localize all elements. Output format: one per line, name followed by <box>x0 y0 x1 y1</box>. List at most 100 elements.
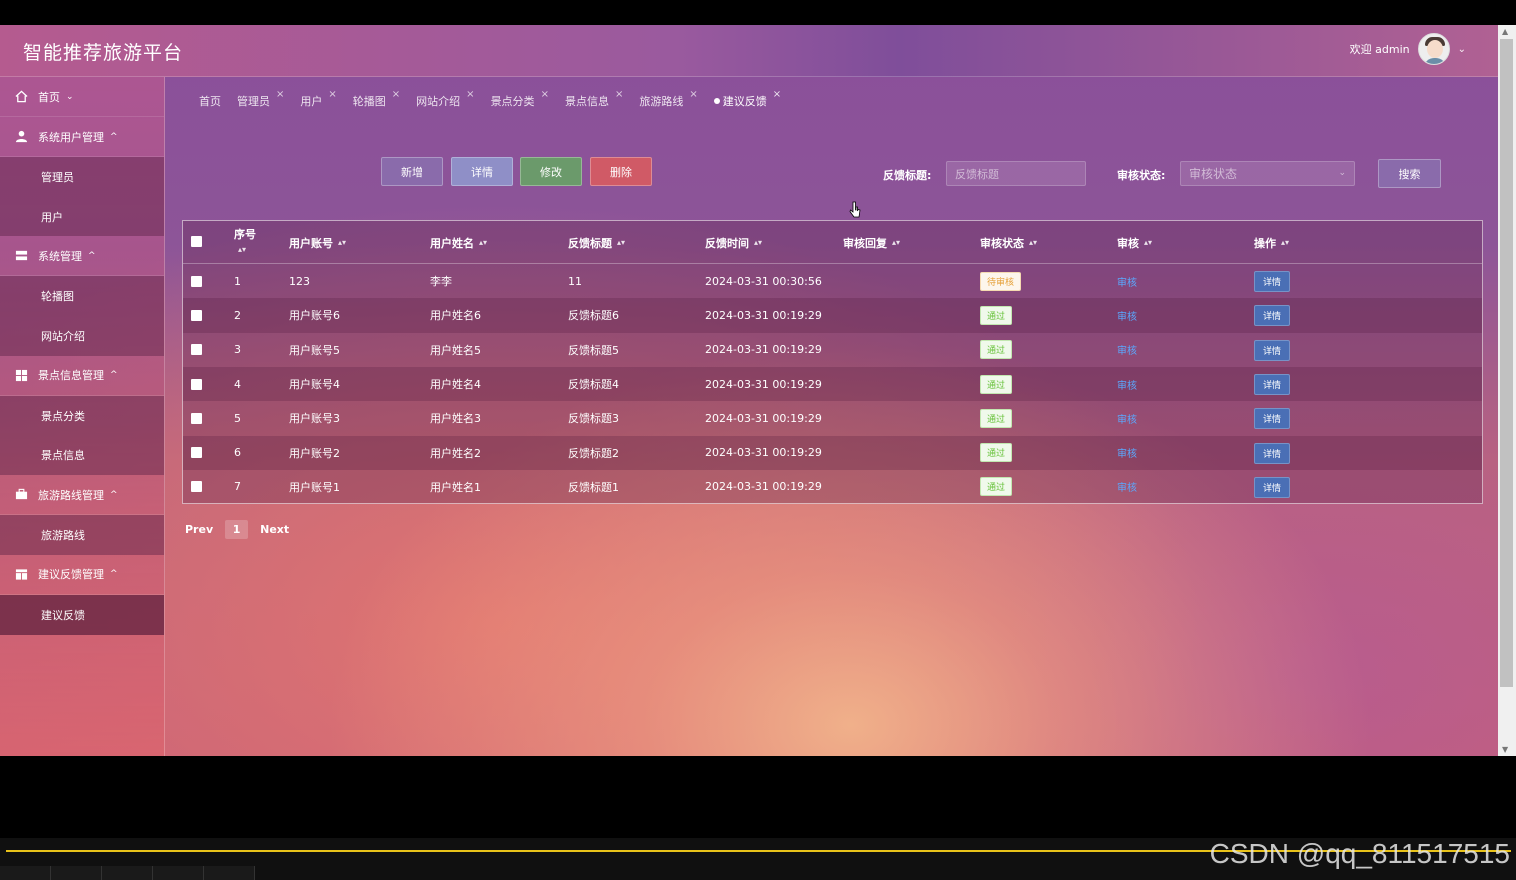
review-link[interactable]: 审核 <box>1117 377 1137 392</box>
title-filter-input[interactable]: 反馈标题 <box>946 161 1086 186</box>
col-status[interactable]: 审核状态 ▴▾ <box>980 235 1037 251</box>
row-detail-button[interactable]: 详情 <box>1254 442 1291 464</box>
sidebar-group-system[interactable]: 系统管理 ^ <box>0 236 164 277</box>
tab-carousel[interactable]: 轮播图 × <box>353 89 400 109</box>
row-detail-button[interactable]: 详情 <box>1254 305 1291 327</box>
close-icon[interactable]: × <box>392 89 400 100</box>
player-control[interactable] <box>204 866 255 880</box>
tab-home[interactable]: 首页 <box>199 93 221 109</box>
col-review[interactable]: 审核 ▴▾ <box>1117 235 1152 251</box>
sidebar-item-scenic-info[interactable]: 景点信息 <box>0 435 164 476</box>
sidebar-group-feedback[interactable]: 建议反馈管理 ^ <box>0 555 164 595</box>
review-link[interactable]: 审核 <box>1117 445 1137 460</box>
review-link[interactable]: 审核 <box>1117 308 1137 323</box>
col-action[interactable]: 操作 ▴▾ <box>1254 235 1289 251</box>
row-checkbox[interactable] <box>191 367 202 401</box>
chevron-down-icon: ⌄ <box>66 91 74 102</box>
row-checkbox[interactable] <box>191 298 202 332</box>
close-icon[interactable]: × <box>276 89 284 100</box>
delete-button[interactable]: 删除 <box>590 157 652 186</box>
row-detail-button[interactable]: 详情 <box>1254 373 1291 395</box>
prev-button[interactable]: Prev <box>185 523 213 536</box>
page-1-button[interactable]: 1 <box>225 520 249 539</box>
cell-time: 2024-03-31 00:19:29 <box>705 377 822 391</box>
sort-icon: ▴▾ <box>754 238 763 247</box>
row-detail-button[interactable]: 详情 <box>1254 271 1291 292</box>
select-all-checkbox[interactable] <box>191 236 202 247</box>
row-detail-button[interactable]: 详情 <box>1254 408 1291 430</box>
row-detail-button[interactable]: 详情 <box>1254 476 1291 498</box>
sidebar: 首页 ⌄ 系统用户管理 ^ 管理员 用户 系统管理 ^ 轮播图 网站介绍 景点信… <box>0 77 165 756</box>
sidebar-item-route[interactable]: 旅游路线 <box>0 515 164 555</box>
chevron-down-icon[interactable]: ⌄ <box>1458 44 1466 55</box>
row-checkbox[interactable] <box>191 333 202 367</box>
close-icon[interactable]: × <box>689 89 697 100</box>
sidebar-item-carousel[interactable]: 轮播图 <box>0 276 164 317</box>
add-button[interactable]: 新增 <box>381 157 443 186</box>
avatar[interactable] <box>1417 33 1450 65</box>
col-title[interactable]: 反馈标题 ▴▾ <box>568 235 625 251</box>
sidebar-item-scenic-category[interactable]: 景点分类 <box>0 395 164 436</box>
review-link[interactable]: 审核 <box>1117 342 1137 357</box>
row-checkbox[interactable] <box>191 401 202 435</box>
tab-about[interactable]: 网站介绍 × <box>416 89 474 109</box>
briefcase-icon <box>14 488 28 502</box>
sidebar-item-about[interactable]: 网站介绍 <box>0 316 164 356</box>
vertical-scrollbar[interactable]: ▲ ▼ <box>1498 25 1516 756</box>
detail-button[interactable]: 详情 <box>451 157 513 186</box>
cell-time: 2024-03-31 00:19:29 <box>705 411 822 425</box>
tab-scenic-info[interactable]: 景点信息 × <box>565 89 623 109</box>
cell-time: 2024-03-31 00:30:56 <box>705 274 822 288</box>
close-icon[interactable]: × <box>615 89 623 100</box>
status-badge: 通过 <box>980 443 1013 463</box>
user-menu[interactable]: 欢迎 admin ⌄ <box>1350 33 1466 65</box>
search-button[interactable]: 搜索 <box>1378 159 1441 188</box>
status-badge: 通过 <box>980 374 1013 394</box>
close-icon[interactable]: × <box>773 89 781 100</box>
close-icon[interactable]: × <box>328 89 336 100</box>
cell-no: 3 <box>234 343 241 357</box>
sidebar-group-scenic[interactable]: 景点信息管理 ^ <box>0 356 164 396</box>
row-checkbox[interactable] <box>191 436 202 470</box>
row-detail-button[interactable]: 详情 <box>1254 339 1291 361</box>
close-icon[interactable]: × <box>541 89 549 100</box>
sidebar-item-admin[interactable]: 管理员 <box>0 157 164 197</box>
scrollbar-thumb[interactable] <box>1500 39 1513 687</box>
player-control[interactable] <box>153 866 204 880</box>
cell-title: 反馈标题2 <box>568 446 619 460</box>
player-control[interactable] <box>0 866 51 880</box>
col-time[interactable]: 反馈时间 ▴▾ <box>705 235 762 251</box>
scroll-down-icon[interactable]: ▼ <box>1502 745 1508 754</box>
review-link[interactable]: 审核 <box>1117 411 1137 426</box>
sidebar-item-feedback[interactable]: 建议反馈 <box>0 594 164 635</box>
col-name[interactable]: 用户姓名 ▴▾ <box>430 235 487 251</box>
review-link[interactable]: 审核 <box>1117 479 1137 494</box>
sort-icon: ▴▾ <box>1029 238 1038 247</box>
tab-route[interactable]: 旅游路线 × <box>639 89 697 109</box>
scroll-up-icon[interactable]: ▲ <box>1502 27 1508 36</box>
player-control[interactable] <box>102 866 153 880</box>
close-icon[interactable]: × <box>466 89 474 100</box>
tab-scenic-category[interactable]: 景点分类 × <box>491 89 549 109</box>
player-control[interactable] <box>51 866 102 880</box>
row-checkbox[interactable] <box>191 470 202 504</box>
col-no[interactable]: 序号 ▴▾ <box>234 226 256 254</box>
col-reply[interactable]: 审核回复 ▴▾ <box>843 235 900 251</box>
tab-feedback[interactable]: 建议反馈 × <box>713 89 781 109</box>
sidebar-group-route[interactable]: 旅游路线管理 ^ <box>0 475 164 516</box>
tab-users[interactable]: 用户 × <box>300 89 336 109</box>
edit-button[interactable]: 修改 <box>520 157 582 186</box>
next-button[interactable]: Next <box>260 523 289 536</box>
col-account[interactable]: 用户账号 ▴▾ <box>289 235 346 251</box>
review-link[interactable]: 审核 <box>1117 274 1137 289</box>
tab-admin[interactable]: 管理员 × <box>237 89 284 109</box>
status-filter-select[interactable]: 审核状态 ⌄ <box>1180 161 1355 186</box>
sidebar-item-users[interactable]: 用户 <box>0 196 164 237</box>
row-checkbox[interactable] <box>191 264 202 298</box>
cell-no: 6 <box>234 446 241 460</box>
sidebar-group-home[interactable]: 首页 ⌄ <box>0 77 164 117</box>
sidebar-group-system-users[interactable]: 系统用户管理 ^ <box>0 117 164 157</box>
sort-icon[interactable]: ▴▾ <box>238 246 246 254</box>
sort-icon: ▴▾ <box>892 238 901 247</box>
cell-title: 反馈标题5 <box>568 343 619 357</box>
